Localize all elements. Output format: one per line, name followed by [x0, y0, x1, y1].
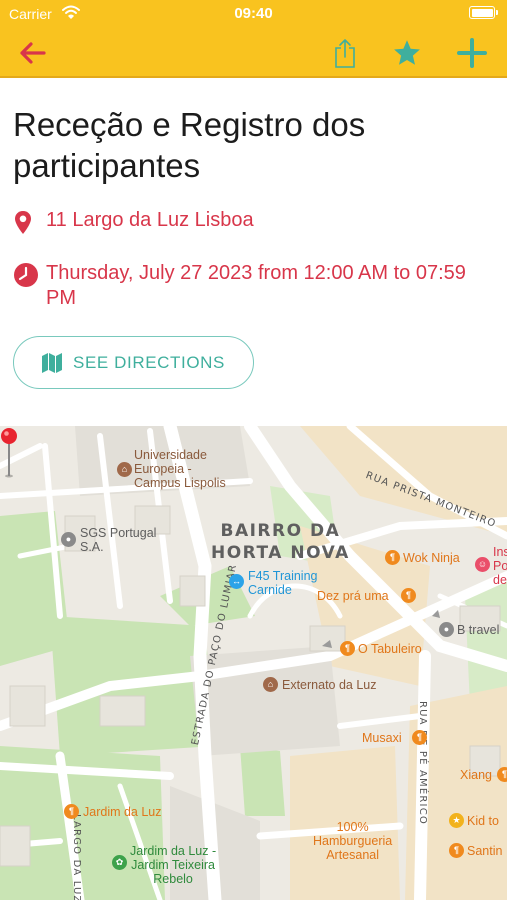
- star-icon: [394, 40, 420, 65]
- status-bar: Carrier 09:40: [0, 0, 507, 28]
- arrow-left-icon: [20, 42, 46, 64]
- restaurant-icon[interactable]: ¶: [385, 550, 400, 565]
- plus-icon: [457, 38, 487, 68]
- event-datetime: Thursday, July 27 2023 from 12:00 AM to …: [46, 262, 466, 309]
- see-directions-label: SEE DIRECTIONS: [73, 352, 225, 372]
- school-icon[interactable]: ⌂: [263, 677, 278, 692]
- event-map-pin-icon[interactable]: [0, 426, 20, 478]
- street-label: LARGO DA LUZ: [71, 814, 82, 900]
- share-icon: [335, 39, 355, 68]
- poi-btravel-label[interactable]: B travel: [457, 623, 499, 637]
- restaurant-icon[interactable]: ¶: [449, 843, 464, 858]
- poi-generic-icon[interactable]: ●: [439, 622, 454, 637]
- event-title: Receção e Registro dos participantes: [13, 106, 366, 184]
- district-label: BAIRRO DA HORTA NOVA: [211, 521, 350, 563]
- poi-univ-label[interactable]: Universidade Europeia - Campus Lispolis: [134, 448, 226, 490]
- status-time: 09:40: [234, 5, 273, 22]
- poi-santin-label[interactable]: Santin: [467, 844, 502, 858]
- share-button[interactable]: [325, 34, 365, 72]
- poi-externato-label[interactable]: Externato da Luz: [282, 678, 377, 692]
- poi-musaxi-label[interactable]: Musaxi: [362, 731, 402, 745]
- restaurant-icon[interactable]: ¶: [401, 588, 416, 603]
- map-icon: [41, 352, 63, 374]
- school-icon[interactable]: ⌂: [117, 462, 132, 477]
- add-button[interactable]: [452, 34, 492, 72]
- event-time-row: Thursday, July 27 2023 from 12:00 AM to …: [13, 261, 483, 311]
- map-view[interactable]: RUA PRISTA MONTEIRO ESTRADA DO PAÇO DO L…: [0, 426, 507, 900]
- street-label: RUA DE PÉ AMÉRICO: [417, 701, 428, 825]
- favorite-button[interactable]: [387, 34, 427, 72]
- app-bar: Carrier 09:40: [0, 0, 507, 78]
- poi-hamburgueria-label[interactable]: 100% Hamburgueria Artesanal: [313, 820, 392, 862]
- restaurant-icon[interactable]: ¶: [412, 730, 427, 745]
- poi-teixeira-label[interactable]: Jardim da Luz - Jardim Teixeira Rebelo: [130, 844, 216, 886]
- restaurant-icon[interactable]: ¶: [340, 641, 355, 656]
- location-pin-icon: [13, 208, 46, 236]
- event-location: 11 Largo da Luz Lisboa: [46, 209, 254, 231]
- poi-wok-label[interactable]: Wok Ninja: [403, 551, 460, 565]
- back-button[interactable]: [12, 34, 52, 72]
- poi-jardim-label[interactable]: Jardim da Luz: [83, 805, 162, 819]
- clock-icon: [13, 261, 46, 288]
- see-directions-button[interactable]: SEE DIRECTIONS: [13, 336, 254, 389]
- poi-ins-label[interactable]: Ins Po de: [493, 545, 507, 587]
- battery-icon: [469, 6, 498, 19]
- poi-ins-icon[interactable]: ☺: [475, 557, 490, 572]
- poi-kid-icon[interactable]: ★: [449, 813, 464, 828]
- poi-kid-label[interactable]: Kid to: [467, 814, 499, 828]
- poi-xiang-label[interactable]: Xiang: [460, 768, 492, 782]
- poi-f45-label[interactable]: F45 Training Carnide: [248, 569, 317, 597]
- restaurant-icon[interactable]: ¶: [497, 767, 507, 782]
- event-location-row: 11 Largo da Luz Lisboa: [13, 208, 254, 236]
- park-icon[interactable]: ✿: [112, 855, 127, 870]
- gym-icon[interactable]: ↔: [229, 574, 244, 589]
- poi-tabuleiro-label[interactable]: O Tabuleiro: [358, 642, 422, 656]
- poi-sgs-label[interactable]: SGS Portugal S.A.: [80, 526, 156, 554]
- restaurant-icon[interactable]: ¶: [64, 804, 79, 819]
- poi-generic-icon[interactable]: ●: [61, 532, 76, 547]
- poi-dez-label[interactable]: Dez prá uma: [317, 589, 389, 603]
